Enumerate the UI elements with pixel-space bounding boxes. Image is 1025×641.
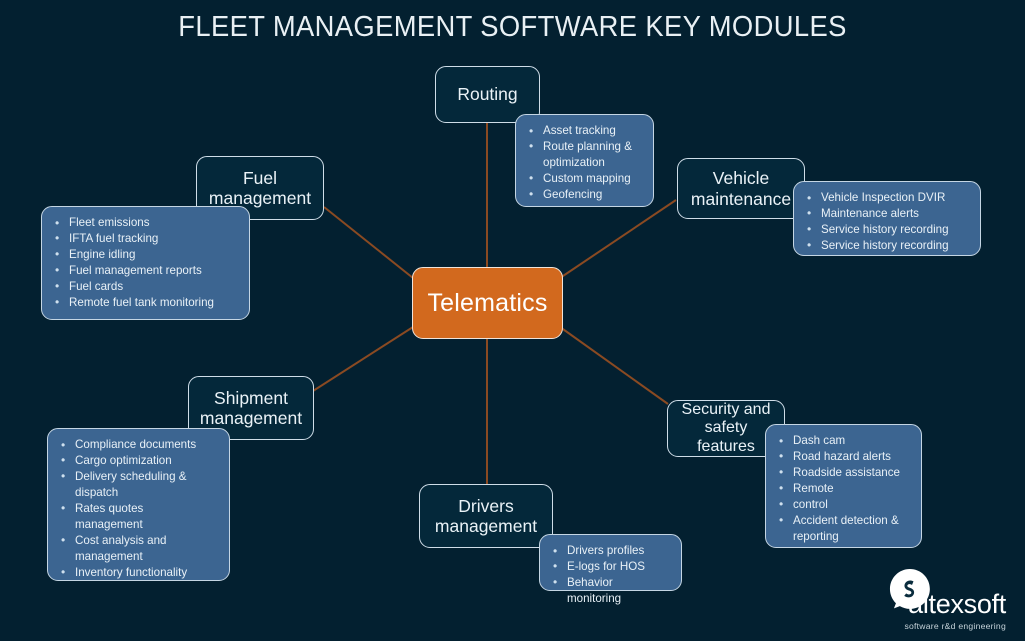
module-drivers-management[interactable]: Drivers management [419,484,553,548]
features-shipment-management: Compliance documents Cargo optimization … [47,428,230,581]
features-drivers-management: Drivers profiles E-logs for HOS Behavior… [539,534,682,605]
logo-wordmark: altexsoft [908,589,1006,619]
features-vehicle-maintenance: Vehicle Inspection DVIR Maintenance aler… [793,181,981,256]
feature-item: Rates quotes management [58,500,217,533]
features-security-safety: Dash cam Road hazard alerts Roadside ass… [765,424,922,548]
feature-item: Custom mapping [526,170,641,187]
feature-item: Maintenance alerts [804,205,968,222]
feature-item: Asset tracking [526,123,641,140]
feature-item: Engine idling [52,246,237,263]
hub-label: Telematics [427,288,548,317]
feature-item: control [776,496,909,513]
feature-item: Delivery scheduling & dispatch [58,468,217,501]
altexsoft-logo: altexsoft software r&d engineering [904,589,1006,632]
module-routing-label: Routing [457,84,518,105]
connector-vehicle-maintenance [559,199,677,279]
connector-fuel-management [323,206,414,279]
features-fuel-management-list: Fleet emissions IFTA fuel tracking Engin… [52,215,237,311]
feature-item: Service history recording [804,237,968,254]
features-vehicle-maintenance-list: Vehicle Inspection DVIR Maintenance aler… [804,190,968,254]
feature-item: Fuel cards [52,278,237,295]
feature-item: Fuel management reports [52,262,237,279]
logo-tagline: software r&d engineering [904,621,1006,631]
feature-item: Geofencing [526,186,641,203]
module-shipment-management-label: Shipment management [199,387,303,428]
module-vehicle-maintenance-label: Vehicle maintenance [690,168,792,209]
feature-item: Cost analysis and management [58,532,217,565]
feature-item: Roadside assistance [776,464,909,481]
diagram-canvas: FLEET MANAGEMENT SOFTWARE KEY MODULES Ro… [0,0,1025,641]
features-routing: Asset tracking Route planning & optimiza… [515,114,654,207]
module-vehicle-maintenance[interactable]: Vehicle maintenance [677,158,805,219]
feature-item: Drivers profiles [550,543,669,560]
feature-item: Service history recording [804,221,968,238]
connector-shipment-management [312,326,414,392]
module-drivers-management-label: Drivers management [434,495,538,536]
features-security-safety-list: Dash cam Road hazard alerts Roadside ass… [776,433,909,545]
module-security-safety-label: Security and safety features [681,400,771,455]
feature-item: Vehicle Inspection DVIR [804,190,968,207]
feature-item: Remote [776,480,909,497]
feature-item: Cargo optimization [58,452,217,469]
features-fuel-management: Fleet emissions IFTA fuel tracking Engin… [41,206,250,320]
hub-telematics[interactable]: Telematics [412,267,563,339]
module-fuel-management-label: Fuel management [208,167,312,208]
feature-item: Route planning & optimization [526,138,641,171]
features-drivers-management-list: Drivers profiles E-logs for HOS Behavior… [550,543,669,607]
feature-item: IFTA fuel tracking [52,230,237,247]
feature-item: Accident detection & reporting [776,512,909,545]
features-routing-list: Asset tracking Route planning & optimiza… [526,123,641,203]
feature-item: E-logs for HOS [550,558,669,575]
features-shipment-management-list: Compliance documents Cargo optimization … [58,437,217,581]
feature-item: Behavior monitoring [550,574,669,607]
page-title: FLEET MANAGEMENT SOFTWARE KEY MODULES [178,11,847,43]
feature-item: Remote fuel tank monitoring [52,294,237,311]
feature-item: Compliance documents [58,437,217,454]
feature-item: Inventory functionality [58,564,217,581]
feature-item: Road hazard alerts [776,448,909,465]
connector-security-safety [559,326,669,405]
feature-item: Dash cam [776,433,909,450]
feature-item: Fleet emissions [52,215,237,232]
